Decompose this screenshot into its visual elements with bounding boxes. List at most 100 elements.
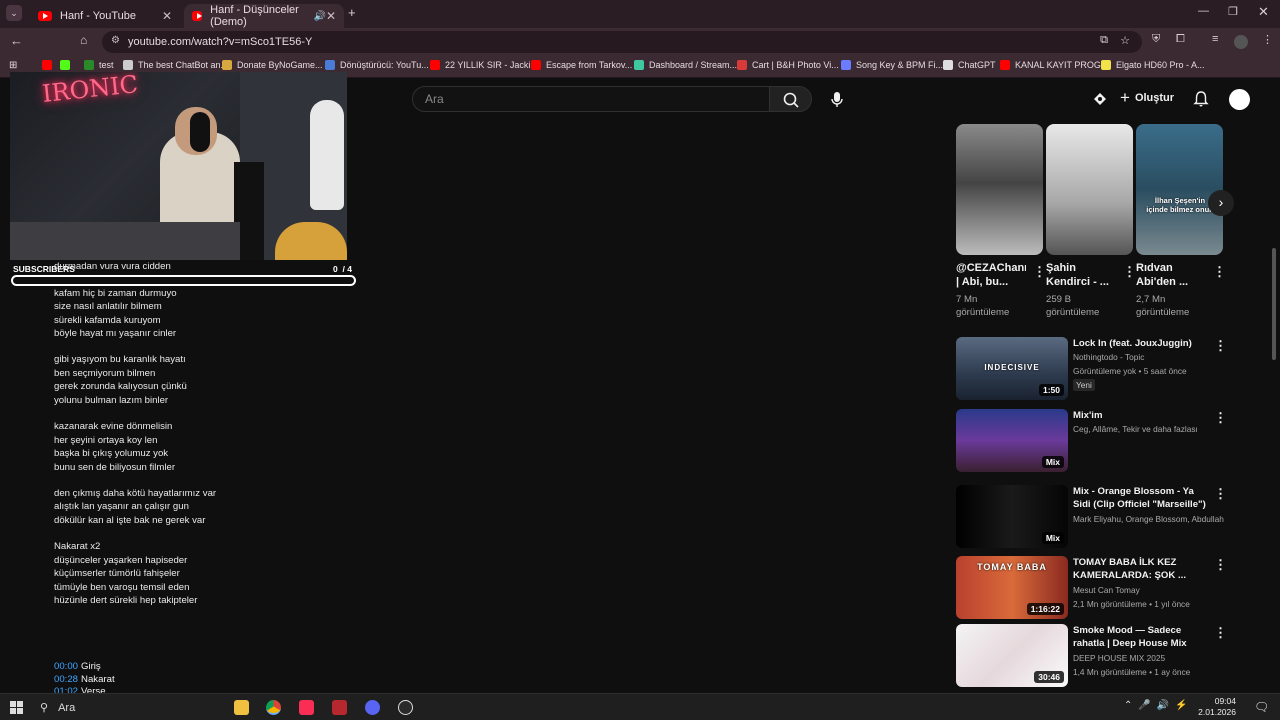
site-info-icon[interactable]: ⚙: [111, 35, 120, 46]
chapter-item[interactable]: 00:28 Nakarat: [54, 674, 115, 685]
video-menu-icon[interactable]: ⋮: [1214, 625, 1227, 641]
short-menu-icon[interactable]: ⋮: [1033, 264, 1046, 280]
bookmark-item[interactable]: Elgato HD60 Pro - A...: [1101, 60, 1205, 70]
clock[interactable]: 09:04 2.01.2026: [1196, 696, 1236, 718]
file-explorer-icon[interactable]: [234, 700, 249, 715]
bell-icon: [1193, 91, 1209, 107]
channel-name[interactable]: Ceg, Allâme, Tekir ve daha fazlası: [1073, 423, 1225, 436]
chapter-timestamp-link[interactable]: 00:28: [54, 674, 78, 685]
video-menu-icon[interactable]: ⋮: [1214, 486, 1227, 502]
channel-name[interactable]: Mark Eliyahu, Orange Blossom, Abdullah .…: [1073, 513, 1225, 526]
tab-hanf-dusunceler[interactable]: Hanf - Düşünceler (Demo) 🔊 ✕: [184, 4, 344, 28]
url-field[interactable]: ⚙ youtube.com/watch?v=mSco1TE56-Y ⧉ ☆: [102, 31, 1142, 53]
bookmark-item[interactable]: Cart | B&H Photo Vi...: [737, 60, 839, 70]
notifications-button[interactable]: [1192, 90, 1210, 108]
close-tab-icon[interactable]: ✕: [162, 9, 172, 23]
chapter-timestamp-link[interactable]: 00:00: [54, 661, 78, 672]
close-window-icon[interactable]: ✕: [1258, 4, 1269, 20]
bookmark-item[interactable]: Dönüştürücü: YouTu...: [325, 60, 429, 70]
chrome-icon[interactable]: [266, 700, 281, 715]
channel-name[interactable]: Mesut Can Tomay: [1073, 584, 1225, 597]
profile-icon[interactable]: [1234, 35, 1248, 49]
video-menu-icon[interactable]: ⋮: [1214, 557, 1227, 573]
new-tab-icon[interactable]: +: [348, 5, 356, 20]
discord-icon[interactable]: [365, 700, 380, 715]
video-title[interactable]: TOMAY BABA İLK KEZ KAMERALARDA: ŞOK ...: [1073, 556, 1208, 582]
bookmark-item[interactable]: ChatGPT: [943, 60, 996, 70]
avatar[interactable]: [1229, 89, 1250, 110]
short-thumbnail[interactable]: [1046, 124, 1133, 255]
minimize-icon[interactable]: —: [1198, 5, 1209, 17]
bookmark-item[interactable]: test: [84, 60, 114, 70]
video-thumbnail[interactable]: Mix: [956, 485, 1068, 548]
short-thumbnail[interactable]: İlhan Şeşen'in içinde bilmez onun: [1136, 124, 1223, 255]
page-scrollbar[interactable]: [1272, 248, 1276, 360]
notification-center-icon[interactable]: 🗨: [1254, 700, 1269, 714]
menu-icon[interactable]: ⋮: [1262, 33, 1273, 46]
bookmark-kick-icon[interactable]: [60, 60, 75, 70]
speaker-icon[interactable]: 🔊: [313, 11, 325, 22]
bookmark-favicon-icon: [634, 60, 644, 70]
video-title[interactable]: Lock In (feat. JouxJuggin): [1073, 337, 1208, 350]
music-app-icon[interactable]: [299, 700, 314, 715]
voice-search-button[interactable]: [825, 87, 849, 111]
shorts-next-button[interactable]: ›: [1208, 190, 1234, 216]
bookmark-item[interactable]: The best ChatBot an...: [123, 60, 228, 70]
short-thumbnail[interactable]: [956, 124, 1043, 255]
video-title[interactable]: Mix'im: [1073, 409, 1208, 422]
media-control-icon[interactable]: ≡: [1212, 33, 1218, 45]
video-thumbnail[interactable]: INDECISIVE 1:50: [956, 337, 1068, 400]
voicemeeter-icon[interactable]: [332, 700, 347, 715]
tab-list-icon[interactable]: ⌄: [6, 5, 22, 21]
bookmark-label: Cart | B&H Photo Vi...: [752, 60, 839, 70]
search-button[interactable]: [769, 86, 812, 112]
bookmark-item[interactable]: Song Key & BPM Fi...: [841, 60, 943, 70]
short-title[interactable]: Şahin Kendirci - ...: [1046, 261, 1116, 289]
lyric-line: dökülür kan al işte bak ne gerek var: [54, 515, 206, 526]
taskbar-search[interactable]: ⚲ Ara: [34, 698, 234, 717]
video-thumbnail[interactable]: 30:46: [956, 624, 1068, 687]
desk: [10, 222, 240, 260]
video-menu-icon[interactable]: ⋮: [1214, 338, 1227, 354]
apps-icon[interactable]: ⊞: [9, 60, 17, 71]
home-icon[interactable]: ⌂: [80, 33, 87, 47]
video-menu-icon[interactable]: ⋮: [1214, 410, 1227, 426]
bookmark-item[interactable]: Donate ByNoGame...: [222, 60, 323, 70]
channel-name[interactable]: Nothingtodo - Topic: [1073, 351, 1225, 364]
lyric-line: bunu sen de biliyosun filmler: [54, 462, 176, 473]
extensions-icon[interactable]: ⧠: [1176, 33, 1185, 46]
webcam-overlay: IRONIC: [10, 72, 347, 260]
video-thumbnail[interactable]: Mix: [956, 409, 1068, 472]
search-input[interactable]: Ara: [412, 86, 770, 112]
bookmark-item[interactable]: Dashboard / Stream...: [634, 60, 737, 70]
short-title[interactable]: Rıdvan Abi'den ...: [1136, 261, 1206, 289]
restore-icon[interactable]: ❐: [1228, 5, 1238, 18]
video-title[interactable]: Mix - Orange Blossom - Ya Sidi (Clip Off…: [1073, 485, 1208, 511]
tab-hanf-youtube[interactable]: Hanf - YouTube ✕: [30, 4, 180, 28]
channel-name[interactable]: DEEP HOUSE MIX 2025: [1073, 652, 1225, 665]
bookmark-item[interactable]: 22 YILLIK SIR - Jacki...: [430, 60, 538, 70]
back-icon[interactable]: ←: [10, 33, 23, 48]
bookmark-favicon-icon: [531, 60, 541, 70]
close-tab-icon[interactable]: ✕: [326, 9, 336, 23]
cast-extension-icon[interactable]: [1092, 91, 1108, 107]
shield-extension-icon[interactable]: ⛨: [1152, 33, 1160, 46]
short-menu-icon[interactable]: ⋮: [1213, 264, 1226, 280]
bookmark-label: Dashboard / Stream...: [649, 60, 738, 70]
start-icon[interactable]: [10, 701, 23, 714]
bookmark-star-icon[interactable]: ☆: [1120, 34, 1130, 47]
short-overlay-text: İlhan Şeşen'in içinde bilmez onun: [1146, 196, 1214, 214]
chapter-item[interactable]: 00:00 Giriş: [54, 661, 101, 672]
short-menu-icon[interactable]: ⋮: [1123, 264, 1136, 280]
bookmark-item[interactable]: Escape from Tarkov...: [531, 60, 632, 70]
create-button[interactable]: + Oluştur: [1120, 89, 1174, 106]
video-thumbnail[interactable]: TOMAY BABA 1:16:22: [956, 556, 1068, 619]
short-title[interactable]: @CEZAChannel | Abi, bu...: [956, 261, 1026, 289]
obs-icon[interactable]: [398, 700, 413, 715]
video-title[interactable]: Smoke Mood — Sadece rahatla | Deep House…: [1073, 624, 1208, 650]
system-tray[interactable]: ⌃🎤🔊⚡: [1124, 700, 1194, 711]
bookmark-item[interactable]: KANAL KAYIT PROG...: [1000, 60, 1108, 70]
install-app-icon[interactable]: ⧉: [1100, 34, 1108, 47]
url-text: youtube.com/watch?v=mSco1TE56-Y: [128, 36, 313, 48]
bookmark-youtube-icon[interactable]: [42, 60, 57, 70]
